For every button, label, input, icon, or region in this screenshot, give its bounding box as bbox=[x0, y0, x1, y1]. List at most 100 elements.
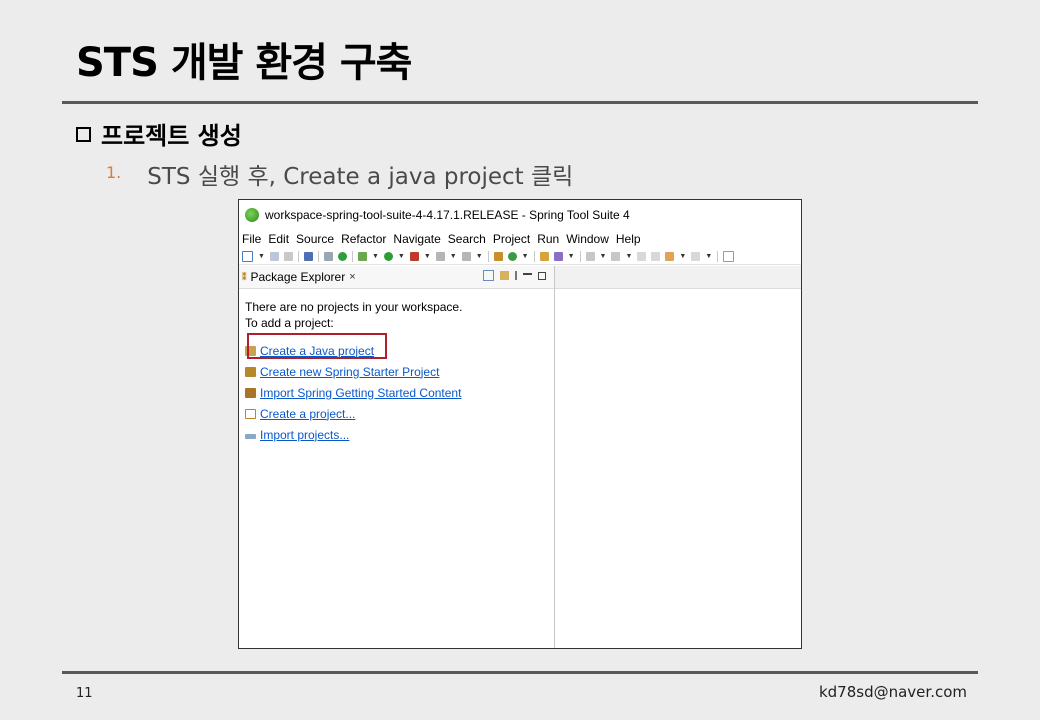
menu-project[interactable]: Project bbox=[493, 232, 530, 246]
menu-edit[interactable]: Edit bbox=[268, 232, 289, 246]
list-item: Import Spring Getting Started Content bbox=[245, 382, 554, 403]
dropdown-arrow-icon[interactable]: ▼ bbox=[450, 253, 457, 260]
menu-bar: File Edit Source Refactor Navigate Searc… bbox=[239, 230, 801, 248]
main-toolbar: ▼ ▼ ▼ ▼ ▼ ▼ ▼ ▼ ▼ ▼ ▼ ▼ bbox=[239, 248, 801, 265]
list-item: Create new Spring Starter Project bbox=[245, 361, 554, 382]
window-titlebar: workspace-spring-tool-suite-4-4.17.1.REL… bbox=[239, 200, 801, 230]
save-icon[interactable] bbox=[269, 251, 279, 261]
collapse-all-icon[interactable] bbox=[483, 270, 494, 281]
last-edit-location-icon[interactable] bbox=[637, 251, 647, 261]
title-divider bbox=[62, 101, 978, 104]
stop-icon[interactable] bbox=[435, 251, 445, 261]
checkbox-bullet-icon bbox=[76, 127, 91, 142]
editor-tabstrip bbox=[555, 266, 801, 289]
dropdown-arrow-icon[interactable]: ▼ bbox=[705, 253, 712, 260]
forward-arrow-icon[interactable] bbox=[691, 251, 701, 261]
terminal-icon[interactable] bbox=[303, 251, 313, 261]
create-java-project-link[interactable]: Create a Java project bbox=[260, 343, 374, 359]
back-arrow-icon[interactable] bbox=[665, 251, 675, 261]
tab-package-explorer[interactable]: Package Explorer bbox=[251, 270, 346, 284]
relaunch-icon[interactable] bbox=[461, 251, 471, 261]
section-heading-text: 프로젝트 생성 bbox=[101, 122, 242, 150]
open-task-icon[interactable] bbox=[553, 251, 563, 261]
dropdown-arrow-icon[interactable]: ▼ bbox=[424, 253, 431, 260]
dropdown-arrow-icon[interactable]: ▼ bbox=[476, 253, 483, 260]
close-icon[interactable]: × bbox=[349, 271, 355, 283]
package-explorer-tabbar: ⁑ Package Explorer × bbox=[239, 266, 554, 289]
list-item: Create a Java project bbox=[245, 340, 554, 361]
step-number: 1. bbox=[106, 163, 122, 182]
project-link-list: Create a Java project Create new Spring … bbox=[245, 340, 554, 445]
slide-title: STS 개발 환경 구축 bbox=[76, 40, 412, 86]
next-annotation-icon[interactable] bbox=[585, 251, 595, 261]
import-projects-link[interactable]: Import projects... bbox=[260, 427, 349, 443]
author-email: kd78sd@naver.com bbox=[818, 683, 967, 701]
create-spring-starter-link[interactable]: Create new Spring Starter Project bbox=[260, 364, 439, 380]
previous-annotation-icon[interactable] bbox=[611, 251, 621, 261]
menu-run[interactable]: Run bbox=[537, 232, 559, 246]
workbench-panes: ⁑ Package Explorer × There are no projec… bbox=[239, 266, 801, 648]
view-menu-icon[interactable] bbox=[515, 271, 517, 280]
list-item: Create a project... bbox=[245, 403, 554, 424]
pin-editor-icon[interactable] bbox=[723, 250, 735, 262]
dropdown-arrow-icon[interactable]: ▼ bbox=[398, 253, 405, 260]
boot-dashboard-icon[interactable] bbox=[337, 251, 347, 261]
menu-search[interactable]: Search bbox=[448, 232, 486, 246]
minimize-icon[interactable] bbox=[523, 272, 532, 275]
view-actions bbox=[477, 270, 546, 281]
dropdown-arrow-icon[interactable]: ▼ bbox=[679, 253, 686, 260]
link-with-editor-icon[interactable] bbox=[500, 271, 509, 280]
dropdown-arrow-icon[interactable]: ▼ bbox=[372, 253, 379, 260]
forward-history-icon[interactable] bbox=[651, 251, 661, 261]
toolbar-separator bbox=[533, 250, 535, 262]
external-tools-icon[interactable] bbox=[409, 251, 419, 261]
menu-help[interactable]: Help bbox=[616, 232, 641, 246]
toolbar-separator bbox=[579, 250, 581, 262]
menu-window[interactable]: Window bbox=[566, 232, 609, 246]
toolbar-separator bbox=[351, 250, 353, 262]
maximize-icon[interactable] bbox=[538, 271, 546, 280]
menu-refactor[interactable]: Refactor bbox=[341, 232, 386, 246]
package-explorer-view: ⁑ Package Explorer × There are no projec… bbox=[239, 266, 555, 648]
spring-starter-icon bbox=[245, 366, 256, 377]
toolbar-separator bbox=[717, 250, 719, 262]
step-text: STS 실행 후, Create a java project 클릭 bbox=[147, 164, 574, 190]
import-projects-icon bbox=[245, 434, 256, 439]
section-heading: 프로젝트 생성 bbox=[76, 116, 242, 151]
new-icon[interactable] bbox=[242, 250, 253, 262]
spring-tool-suite-logo-icon bbox=[245, 208, 259, 222]
new-project-icon bbox=[245, 408, 256, 419]
window-title: workspace-spring-tool-suite-4-4.17.1.REL… bbox=[265, 208, 630, 222]
list-item: Import projects... bbox=[245, 424, 554, 445]
new-java-package-icon[interactable] bbox=[493, 251, 503, 261]
dropdown-arrow-icon[interactable]: ▼ bbox=[600, 253, 607, 260]
empty-workspace-message: There are no projects in your workspace. bbox=[245, 300, 463, 314]
add-project-prompt: To add a project: bbox=[245, 316, 334, 330]
save-all-icon[interactable] bbox=[283, 251, 293, 261]
dropdown-arrow-icon[interactable]: ▼ bbox=[568, 253, 575, 260]
dropdown-arrow-icon[interactable]: ▼ bbox=[258, 253, 265, 260]
java-project-icon bbox=[245, 345, 256, 356]
run-icon[interactable] bbox=[383, 251, 393, 261]
create-project-link[interactable]: Create a project... bbox=[260, 406, 355, 422]
import-spring-icon bbox=[245, 387, 256, 398]
skip-breakpoints-icon[interactable] bbox=[323, 251, 333, 261]
toolbar-separator bbox=[317, 250, 319, 262]
page-number: 11 bbox=[76, 686, 93, 701]
menu-navigate[interactable]: Navigate bbox=[393, 232, 440, 246]
new-java-class-icon[interactable] bbox=[507, 251, 517, 261]
package-explorer-icon: ⁑ bbox=[242, 271, 247, 282]
dropdown-arrow-icon[interactable]: ▼ bbox=[522, 253, 529, 260]
menu-file[interactable]: File bbox=[242, 232, 261, 246]
toolbar-separator bbox=[297, 250, 299, 262]
footer-divider bbox=[62, 671, 978, 674]
open-type-icon[interactable] bbox=[539, 251, 549, 261]
menu-source[interactable]: Source bbox=[296, 232, 334, 246]
import-spring-content-link[interactable]: Import Spring Getting Started Content bbox=[260, 385, 461, 401]
toolbar-separator bbox=[487, 250, 489, 262]
debug-icon[interactable] bbox=[357, 251, 367, 261]
dropdown-arrow-icon[interactable]: ▼ bbox=[625, 253, 632, 260]
step-item: 1. STS 실행 후, Create a java project 클릭 bbox=[106, 157, 573, 191]
editor-area bbox=[555, 266, 801, 648]
package-explorer-content: There are no projects in your workspace.… bbox=[239, 289, 554, 445]
